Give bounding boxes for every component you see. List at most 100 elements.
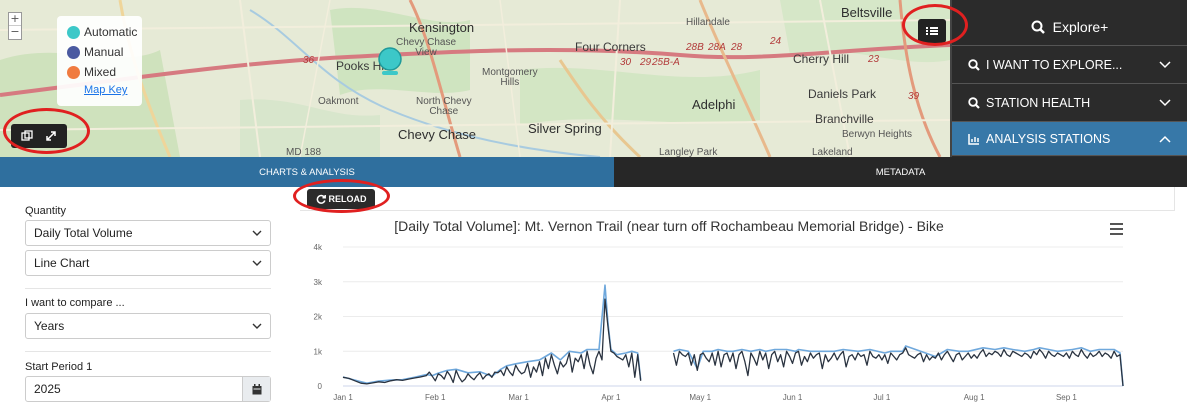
place-cherry-hill: Cherry Hill	[793, 52, 850, 66]
series-line[interactable]	[672, 347, 1124, 387]
x-tick-label: Sep 1	[1056, 393, 1077, 402]
tab-bar: CHARTS & ANALYSIS METADATA	[0, 157, 1187, 187]
chevron-down-icon	[252, 260, 262, 266]
legend-label: Manual	[84, 45, 124, 59]
divider	[25, 351, 271, 352]
x-tick-label: Feb 1	[425, 393, 446, 402]
route-shield: 30	[620, 57, 632, 68]
y-tick-label: 2k	[314, 313, 323, 322]
start-period-input[interactable]: 2025	[25, 376, 271, 402]
tab-charts-analysis[interactable]: CHARTS & ANALYSIS	[0, 157, 614, 187]
quantity-label: Quantity	[25, 205, 66, 217]
x-tick-label: Jul 1	[873, 393, 890, 402]
map[interactable]: Kensington Chevy Chase View Pooks Hill M…	[0, 0, 950, 157]
explore-title: Explore+	[1052, 19, 1109, 35]
place-hillandale: Hillandale	[686, 17, 730, 28]
panel-item-label: I WANT TO EXPLORE...	[986, 57, 1123, 72]
legend-item-mixed: Mixed	[67, 62, 136, 82]
x-tick-label: May 1	[689, 393, 711, 402]
place-kensington: Kensington	[409, 20, 475, 35]
x-tick-label: Aug 1	[964, 393, 985, 402]
reload-button[interactable]: RELOAD	[307, 189, 375, 209]
tab-metadata[interactable]: METADATA	[614, 157, 1187, 187]
chart-plot: 0 1k 2k 3k 4k Jan 1 Feb 1 Mar 1 Apr 1 May 1 Jun 1 J…	[314, 243, 1124, 402]
compare-label: I want to compare ...	[25, 297, 125, 309]
chart-type-select[interactable]: Line Chart	[25, 250, 271, 276]
panel-item-station-health[interactable]: STATION HEALTH	[952, 84, 1187, 122]
panel-item-analysis-stations[interactable]: ANALYSIS STATIONS	[952, 122, 1187, 156]
route-shield: 28B	[686, 42, 704, 53]
x-tick-label: Jun 1	[783, 393, 803, 402]
place-oakmont: Oakmont	[318, 96, 359, 107]
panel-item-explore[interactable]: I WANT TO EXPLORE...	[952, 46, 1187, 84]
place-silver-spring: Silver Spring	[528, 121, 602, 136]
quantity-select[interactable]: Daily Total Volume	[25, 220, 271, 246]
divider	[25, 288, 271, 289]
start-period-label: Start Period 1	[25, 361, 93, 373]
chart-type-value: Line Chart	[34, 256, 90, 270]
compare-select[interactable]: Years	[25, 313, 271, 339]
reload-bar	[300, 187, 1175, 211]
expand-icon[interactable]	[45, 130, 57, 142]
route-shield: 25B-A	[652, 57, 680, 68]
start-period-value[interactable]: 2025	[26, 377, 242, 401]
place-chevy-chase-view: Chevy Chase View	[396, 37, 457, 58]
panel-item-label: ANALYSIS STATIONS	[986, 131, 1111, 146]
calendar-button[interactable]	[242, 377, 270, 401]
place-berwyn-heights: Berwyn Heights	[842, 129, 913, 140]
zoom-control[interactable]: + −	[8, 12, 22, 40]
place-beltsville: Beltsville	[841, 5, 893, 20]
place-north-chevy-chase: North Chevy Chase	[416, 96, 472, 117]
automatic-dot-icon	[67, 25, 80, 39]
series-line[interactable]	[342, 284, 642, 384]
y-tick-label: 3k	[314, 278, 323, 287]
search-plus-icon	[1031, 20, 1045, 34]
route-shield: 23	[868, 54, 880, 65]
search-icon	[968, 96, 980, 109]
place-lakeland: Lakeland	[812, 147, 853, 158]
route-shield: 28	[731, 42, 743, 53]
list-button[interactable]	[918, 19, 946, 43]
x-tick-label: Apr 1	[601, 393, 621, 402]
map-view-buttons[interactable]	[11, 124, 67, 148]
zoom-out-button[interactable]: −	[9, 26, 21, 39]
chevron-down-icon	[252, 230, 262, 236]
legend-label: Mixed	[84, 65, 117, 79]
route-md-188: MD 188	[286, 147, 322, 158]
layers-icon[interactable]	[21, 130, 33, 142]
explore-header[interactable]: Explore+	[952, 9, 1187, 46]
map-legend: Automatic Manual Mixed Map Key	[57, 16, 142, 106]
quantity-value: Daily Total Volume	[34, 226, 133, 240]
legend-item-manual: Manual	[67, 42, 136, 62]
list-icon	[926, 27, 938, 35]
route-shield: 29	[640, 57, 652, 68]
controls-form: Quantity Daily Total Volume Line Chart I…	[0, 187, 285, 402]
route-shield: 24	[770, 36, 782, 47]
panel-item-label: STATION HEALTH	[986, 95, 1091, 110]
place-adelphi: Adelphi	[692, 97, 736, 112]
station-marker-icon[interactable]	[377, 46, 403, 78]
place-montgomery-hills: Montgomery Hills	[482, 67, 538, 88]
legend-label: Automatic	[84, 25, 138, 39]
route-shield: 28A	[708, 42, 726, 53]
x-tick-label: Mar 1	[508, 393, 529, 402]
y-tick-label: 0	[318, 382, 323, 391]
explore-panel: Explore+ I WANT TO EXPLORE... STATION HE…	[950, 0, 1187, 157]
search-icon	[968, 58, 980, 71]
place-branchville: Branchville	[815, 112, 874, 126]
map-key-link[interactable]: Map Key	[84, 84, 136, 96]
place-four-corners: Four Corners	[575, 40, 646, 54]
compare-value: Years	[34, 319, 65, 333]
legend-item-automatic: Automatic	[67, 22, 138, 42]
calendar-icon	[252, 383, 261, 394]
route-shield: 39	[908, 91, 920, 102]
chart-title: [Daily Total Volume]: Mt. Vernon Trail (…	[394, 218, 944, 234]
route-shield: 36	[303, 55, 315, 66]
x-tick-label: Jan 1	[333, 393, 353, 402]
y-tick-label: 4k	[314, 243, 323, 252]
place-daniels-park: Daniels Park	[808, 87, 877, 101]
chevron-down-icon	[1159, 60, 1171, 68]
y-tick-label: 1k	[314, 347, 323, 356]
chart-icon	[968, 133, 979, 145]
series-line[interactable]	[342, 298, 642, 385]
